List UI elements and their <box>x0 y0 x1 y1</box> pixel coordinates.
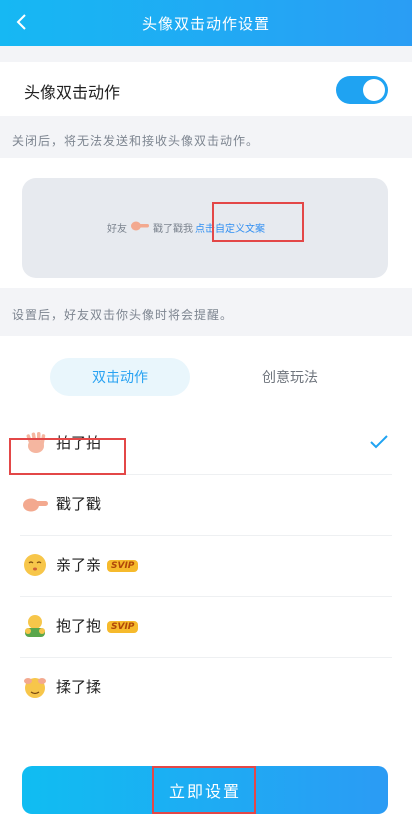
checkmark-icon <box>370 434 388 453</box>
svip-badge: SVIP <box>107 559 139 572</box>
list-item-poke[interactable]: 戳了戳 <box>0 475 412 536</box>
kiss-face-icon <box>22 552 48 578</box>
svip-badge: SVIP <box>107 620 139 633</box>
hug-icon <box>22 613 48 639</box>
list-item-label: 亲了亲 SVIP <box>56 554 139 575</box>
top-bar: 头像双击动作设置 <box>0 0 412 46</box>
tab-double-tap-action[interactable]: 双击动作 <box>50 358 190 396</box>
preview-section: 好友 戳了戳我 点击自定义文案 <box>0 158 412 288</box>
preview-prefix: 好友 <box>107 224 127 235</box>
double-tap-switch[interactable] <box>336 76 388 104</box>
list-item-label: 揉了揉 <box>56 678 102 696</box>
highlight-box <box>212 202 304 242</box>
page-title: 头像双击动作设置 <box>141 15 270 33</box>
footer: 立即设置 <box>0 740 412 820</box>
switch-knob <box>363 79 385 101</box>
preview-verb: 戳了戳我 <box>153 224 193 235</box>
list-item-text: 抱了抱 <box>56 617 102 635</box>
list-item-rub[interactable]: 揉了揉 <box>0 658 412 719</box>
action-list: 拍了拍 戳了戳 亲了亲 SVIP 抱了抱 SVIP 揉了揉 <box>0 414 412 740</box>
spacer <box>0 46 412 62</box>
rub-face-icon <box>22 674 48 700</box>
double-tap-toggle-row: 头像双击动作 <box>0 62 412 116</box>
finger-poke-icon <box>22 491 48 517</box>
highlight-box <box>9 438 126 475</box>
tab-creative-play[interactable]: 创意玩法 <box>230 358 350 396</box>
list-item-label: 抱了抱 SVIP <box>56 615 139 636</box>
highlight-box <box>152 766 256 814</box>
list-item-text: 亲了亲 <box>56 556 102 574</box>
after-hint: 设置后，好友双击你头像时将会提醒。 <box>12 308 234 322</box>
list-item-label: 戳了戳 <box>56 495 102 513</box>
list-item-pat[interactable]: 拍了拍 <box>0 414 412 475</box>
tab-bar: 双击动作 创意玩法 <box>0 336 412 414</box>
toggle-label: 头像双击动作 <box>24 83 121 102</box>
finger-poke-icon <box>131 221 149 234</box>
list-item-kiss[interactable]: 亲了亲 SVIP <box>0 536 412 597</box>
preview-card: 好友 戳了戳我 点击自定义文案 <box>22 178 388 278</box>
toggle-hint: 关闭后，将无法发送和接收头像双击动作。 <box>12 134 260 148</box>
list-item-hug[interactable]: 抱了抱 SVIP <box>0 597 412 658</box>
